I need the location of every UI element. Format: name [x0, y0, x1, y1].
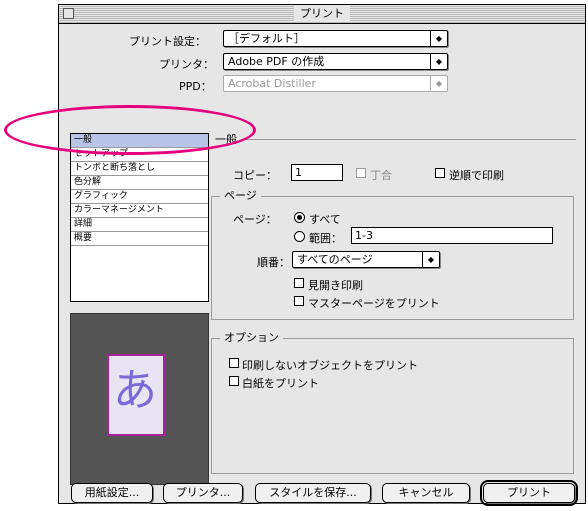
- pages-range-radio[interactable]: [294, 231, 305, 242]
- ppd-value: Acrobat Distiller: [228, 77, 316, 90]
- ppd-label: PPD：: [179, 80, 212, 93]
- print-master-pages-checkbox[interactable]: [294, 296, 304, 306]
- sidebar-item-graphics[interactable]: グラフィック: [71, 190, 208, 204]
- copies-input[interactable]: [295, 166, 339, 179]
- save-style-button[interactable]: スタイルを保存...: [255, 483, 371, 503]
- window-title: プリント: [294, 6, 350, 21]
- pages-all-label: すべて: [309, 213, 341, 226]
- pages-label: ページ：: [233, 213, 277, 226]
- page-range-field[interactable]: [351, 227, 553, 244]
- copies-label: コピー：: [233, 169, 277, 182]
- print-nonprinting-label: 印刷しないオブジェクトをプリント: [242, 359, 418, 372]
- options-group-title: オプション: [220, 331, 283, 345]
- reverse-order-checkbox[interactable]: [435, 168, 445, 178]
- highlight-ellipse: [4, 105, 256, 155]
- copies-field[interactable]: [291, 164, 343, 181]
- updown-arrow-icon: ◆: [430, 54, 447, 69]
- page-order-popup[interactable]: すべてのページ ◆: [292, 251, 440, 268]
- print-blank-pages-checkbox[interactable]: [229, 376, 239, 386]
- updown-arrow-icon: ◆: [430, 76, 447, 91]
- page-range-input[interactable]: [355, 229, 549, 242]
- print-blank-pages-label: 白紙をプリント: [242, 377, 319, 390]
- print-settings-value: ［デフォルト］: [228, 32, 305, 45]
- preview-paper: あ: [107, 354, 165, 436]
- sidebar-item-advanced[interactable]: 詳細: [71, 218, 208, 232]
- pages-group-title: ページ: [220, 189, 261, 203]
- updown-arrow-icon: ◆: [422, 252, 439, 267]
- settings-category-list[interactable]: 一般 セットアップ トンボと断ち落とし 色分解 グラフィック カラーマネージメン…: [70, 133, 209, 302]
- collate-checkbox[interactable]: [356, 168, 366, 178]
- printer-value: Adobe PDF の作成: [228, 55, 325, 68]
- sidebar-item-separations[interactable]: 色分解: [71, 176, 208, 190]
- spreads-checkbox[interactable]: [294, 278, 304, 288]
- printer-label: プリンタ：: [159, 58, 214, 71]
- print-dialog: プリント プリント設定： ［デフォルト］ ◆ プリンタ： Adobe PDF の…: [4, 4, 586, 506]
- updown-arrow-icon: ◆: [430, 31, 447, 46]
- reverse-order-label: 逆順で印刷: [449, 169, 504, 182]
- print-nonprinting-checkbox[interactable]: [229, 358, 239, 368]
- pages-range-label: 範囲：: [309, 232, 342, 245]
- page-setup-button[interactable]: 用紙設定...: [71, 483, 153, 503]
- pages-all-radio[interactable]: [294, 212, 305, 223]
- preview-glyph: あ: [113, 365, 157, 416]
- print-button[interactable]: プリント: [480, 480, 578, 506]
- title-bar[interactable]: プリント: [59, 5, 585, 24]
- page-preview: あ: [70, 313, 209, 485]
- page-order-value: すべてのページ: [297, 253, 373, 266]
- sidebar-item-marks-bleed[interactable]: トンボと断ち落とし: [71, 162, 208, 176]
- ppd-popup[interactable]: Acrobat Distiller ◆: [223, 75, 448, 92]
- sidebar-item-summary[interactable]: 概要: [71, 232, 208, 246]
- printer-button[interactable]: プリンタ...: [163, 483, 243, 503]
- print-settings-label: プリント設定：: [129, 35, 206, 48]
- heading-divider: [241, 139, 576, 140]
- spreads-label: 見開き印刷: [308, 279, 363, 292]
- cancel-button[interactable]: キャンセル: [382, 483, 470, 503]
- printer-popup[interactable]: Adobe PDF の作成 ◆: [223, 53, 448, 70]
- print-settings-popup[interactable]: ［デフォルト］ ◆: [223, 30, 448, 47]
- close-box-icon[interactable]: [63, 8, 74, 19]
- sidebar-item-color-management[interactable]: カラーマネージメント: [71, 204, 208, 218]
- order-label: 順番：: [257, 256, 290, 269]
- print-master-pages-label: マスターページをプリント: [308, 297, 440, 310]
- collate-label: 丁合: [370, 169, 392, 182]
